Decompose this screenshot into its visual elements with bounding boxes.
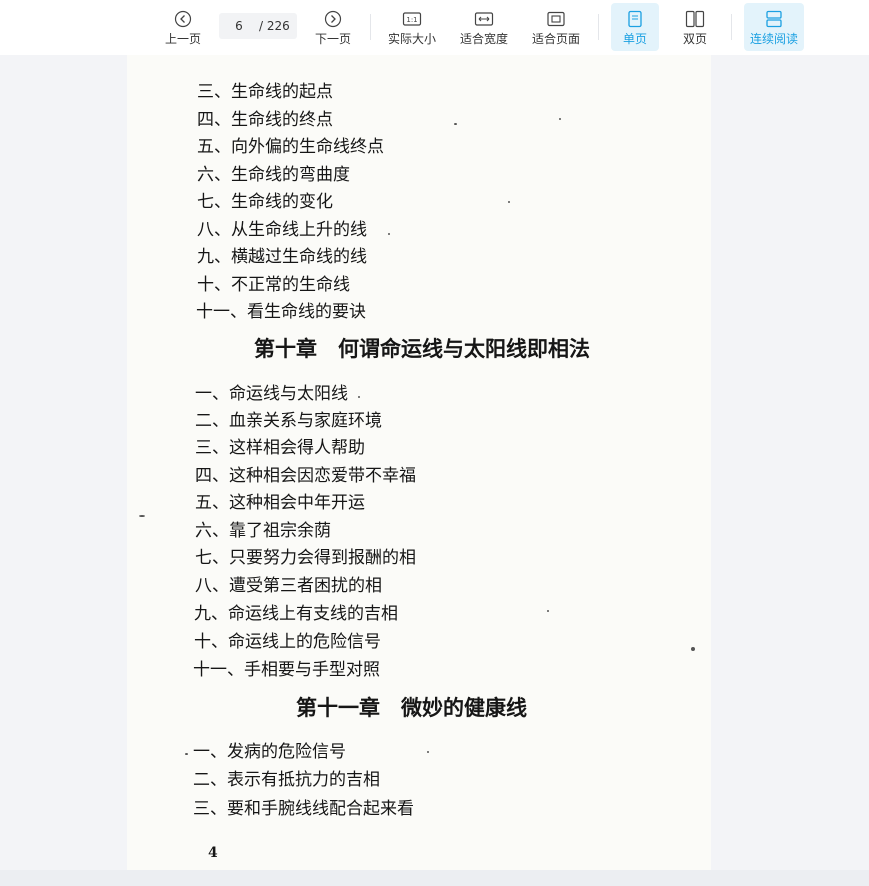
chapter-heading: 第十章 何谓命运线与太阳线即相法 — [254, 337, 590, 361]
toc-line: 七、只要努力会得到报酬的相 — [195, 548, 416, 568]
toc-line: 三、这样相会得人帮助 — [195, 438, 365, 458]
page-number-input[interactable] — [219, 19, 259, 33]
actual-size-label: 实际大小 — [387, 32, 436, 46]
fit-page-icon — [546, 9, 566, 29]
page-indicator: / 226 — [219, 13, 297, 39]
actual-size-icon: 1:1 — [402, 9, 422, 29]
toc-line: 六、生命线的弯曲度 — [197, 165, 350, 185]
prev-page-label: 上一页 — [164, 32, 201, 46]
scan-speck — [547, 610, 549, 612]
double-page-icon — [685, 9, 705, 29]
toc-line: 四、这种相会因恋爱带不幸福 — [195, 466, 416, 486]
scan-speck — [358, 396, 360, 398]
next-page-button[interactable]: 下一页 — [310, 3, 356, 51]
prev-page-button[interactable]: 上一页 — [160, 3, 206, 51]
toc-line: 二、血亲关系与家庭环境 — [195, 411, 382, 431]
fit-width-button[interactable]: 适合宽度 — [456, 3, 512, 51]
toc-line: 五、向外偏的生命线终点 — [197, 137, 384, 157]
scan-speck — [691, 647, 695, 651]
scan-speck — [508, 201, 510, 203]
single-page-icon — [625, 9, 645, 29]
fit-page-button[interactable]: 适合页面 — [528, 3, 584, 51]
toc-line: 二、表示有抵抗力的吉相 — [193, 770, 380, 790]
toolbar-divider — [598, 14, 599, 40]
toc-line: 一、命运线与太阳线 — [195, 384, 348, 404]
continuous-reading-icon — [764, 9, 784, 29]
toc-line: 五、这种相会中年开运 — [195, 493, 365, 513]
toc-line: 九、横越过生命线的线 — [197, 247, 367, 267]
toc-line: 六、靠了祖宗余荫 — [195, 521, 331, 541]
fit-page-label: 适合页面 — [531, 32, 580, 46]
toc-line: 三、生命线的起点 — [197, 82, 333, 102]
scan-speck — [388, 233, 390, 235]
toc-line: 四、生命线的终点 — [197, 110, 333, 130]
toc-line: 九、命运线上有支线的吉相 — [194, 604, 398, 624]
toc-line: 八、遭受第三者困扰的相 — [195, 576, 382, 596]
single-page-label: 单页 — [622, 32, 647, 46]
continuous-reading-label: 连续阅读 — [749, 32, 798, 46]
toc-line: 一、发病的危险信号 — [193, 742, 346, 762]
toc-line: 十、不正常的生命线 — [197, 275, 350, 295]
toc-line: 八、从生命线上升的线 — [197, 220, 367, 240]
bottom-bar — [0, 870, 869, 886]
toc-line: 十、命运线上的危险信号 — [194, 632, 381, 652]
double-page-label: 双页 — [682, 32, 707, 46]
next-page-label: 下一页 — [314, 32, 351, 46]
actual-size-button[interactable]: 1:1 实际大小 — [384, 3, 440, 51]
document-page: 三、生命线的起点 四、生命线的终点 五、向外偏的生命线终点 六、生命线的弯曲度 … — [127, 55, 711, 870]
single-page-button[interactable]: 单页 — [611, 3, 659, 51]
svg-text:1:1: 1:1 — [406, 16, 417, 24]
scan-speck — [185, 753, 188, 755]
continuous-reading-button[interactable]: 连续阅读 — [744, 3, 804, 51]
toc-line: 十一、手相要与手型对照 — [193, 660, 380, 680]
chapter-heading: 第十一章 微妙的健康线 — [296, 696, 527, 720]
scan-speck — [559, 118, 561, 120]
scan-speck — [454, 123, 457, 125]
toolbar-divider — [731, 14, 732, 40]
scan-speck — [139, 515, 145, 517]
chevron-right-circle-icon — [323, 9, 343, 29]
chevron-left-circle-icon — [173, 9, 193, 29]
double-page-button[interactable]: 双页 — [671, 3, 719, 51]
page-number: 4 — [208, 845, 218, 861]
fit-width-icon — [474, 9, 494, 29]
toolbar: 上一页 / 226 下一页 1:1 实际大小 适合宽度 适合页面 单页 — [0, 0, 869, 55]
toc-line: 七、生命线的变化 — [197, 192, 333, 212]
scan-speck — [427, 751, 429, 753]
toc-line: 三、要和手腕线线配合起来看 — [193, 799, 414, 819]
toc-line: 十一、看生命线的要诀 — [196, 302, 366, 322]
fit-width-label: 适合宽度 — [459, 32, 508, 46]
toolbar-divider — [370, 14, 371, 40]
total-pages: / 226 — [259, 19, 290, 33]
